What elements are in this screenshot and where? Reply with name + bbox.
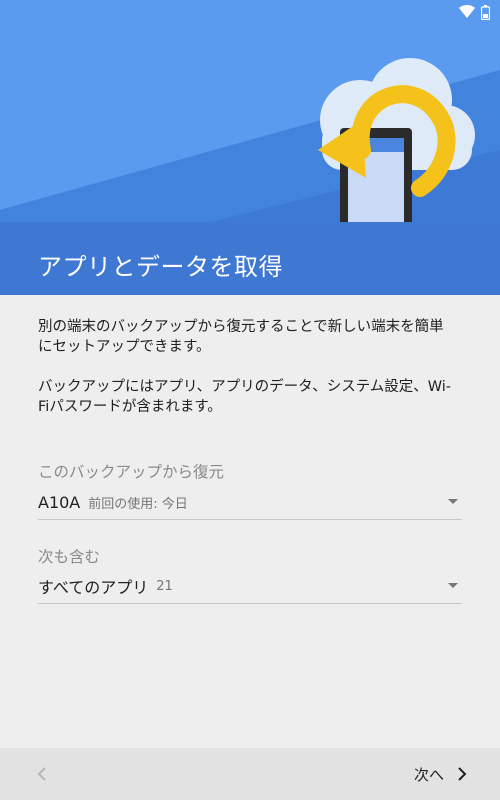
include-apps-value: すべてのアプリ <box>38 578 149 597</box>
include-label: 次も含む <box>38 548 101 566</box>
dropdown-arrow-icon <box>448 583 458 588</box>
description-backup-contents: バックアップにはアプリ、アプリのデータ、システム設定、Wi-Fiパスワードが含ま… <box>38 379 452 415</box>
restore-source-label: このバックアップから復元 <box>38 463 225 481</box>
dropdown-arrow-icon <box>448 499 458 504</box>
restore-source-dropdown[interactable]: A10A 前回の使用: 今日 <box>38 485 462 520</box>
battery-icon <box>481 4 490 20</box>
footer-navigation: 次へ <box>0 748 500 800</box>
include-apps-dropdown[interactable]: すべてのアプリ 21 <box>38 569 462 604</box>
header-illustration: アプリとデータを取得 <box>0 0 500 295</box>
status-bar <box>459 0 500 24</box>
page-title: アプリとデータを取得 <box>38 253 283 281</box>
wifi-icon <box>459 5 475 18</box>
restore-source-device: A10A <box>38 492 81 512</box>
back-button[interactable] <box>30 762 54 786</box>
chevron-left-icon <box>37 767 46 781</box>
description-restore: 別の端末のバックアップから復元することで新しい端末を簡単にセットアップできます。 <box>38 319 444 355</box>
next-button[interactable]: 次へ <box>414 760 470 788</box>
restore-source-last-used: 前回の使用: 今日 <box>88 496 188 512</box>
include-apps-count: 21 <box>156 578 173 594</box>
next-button-label: 次へ <box>413 765 444 784</box>
chevron-right-icon <box>458 767 467 781</box>
